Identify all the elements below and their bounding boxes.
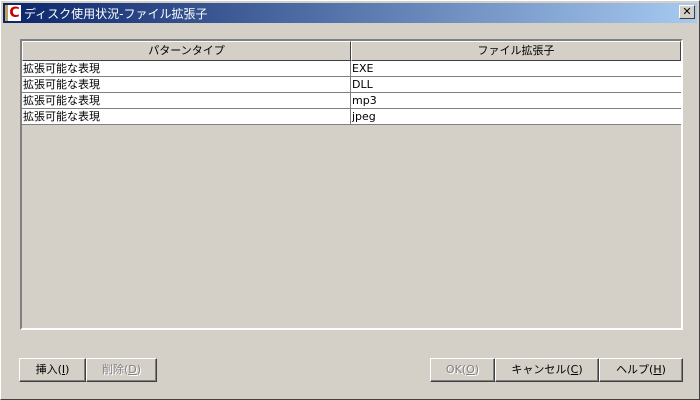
cancel-button[interactable]: キャンセル(C) [495,358,599,382]
ok-label: OK( [445,363,467,376]
help-label: ヘルプ( [616,363,654,376]
extension-cell: jpeg [352,110,376,123]
column-header-file-extension[interactable]: ファイル拡張子 [351,41,681,61]
close-button[interactable]: ✕ [679,5,695,19]
cancel-paren: ) [578,363,583,376]
pattern-type-cell: 拡張可能な表現 [22,61,351,76]
ok-paren: ) [474,363,480,376]
table-row[interactable]: 拡張可能な表現 jpeg [22,109,681,125]
delete-shortcut: D [128,363,137,376]
pattern-type-cell: 拡張可能な表現 [22,93,351,108]
help-shortcut: H [653,363,662,376]
delete-button[interactable]: 削除(D) [86,358,157,382]
table-row[interactable]: 拡張可能な表現 EXE [22,61,681,77]
dialog-window: C ディスク使用状況-ファイル拡張子 ✕ パターンタイプ ファイル拡張子 拡張可… [0,0,700,400]
extension-cell: DLL [352,78,373,91]
title-bar[interactable]: C ディスク使用状況-ファイル拡張子 ✕ [3,3,697,23]
delete-paren: ) [136,363,142,376]
insert-paren: ) [65,363,70,376]
app-icon: C [5,5,21,21]
pattern-type-cell: 拡張可能な表現 [22,109,351,124]
extension-cell: EXE [352,62,374,75]
delete-label: 削除( [101,363,129,376]
extension-cell: mp3 [352,94,377,107]
column-header-pattern-type[interactable]: パターンタイプ [22,41,351,61]
ok-shortcut: O [466,363,475,376]
table-row[interactable]: 拡張可能な表現 DLL [22,77,681,93]
cancel-label: キャンセル( [511,363,571,376]
table-row[interactable]: 拡張可能な表現 mp3 [22,93,681,109]
insert-label: 挿入( [35,363,62,376]
pattern-type-cell: 拡張可能な表現 [22,77,351,92]
extension-table: パターンタイプ ファイル拡張子 拡張可能な表現 EXE 拡張可能な表現 DLL … [20,39,683,330]
insert-button[interactable]: 挿入(I) [19,358,86,382]
help-paren: ) [661,363,666,376]
help-button[interactable]: ヘルプ(H) [599,358,683,382]
window-title: ディスク使用状況-ファイル拡張子 [24,6,208,21]
ok-button[interactable]: OK(O) [430,358,495,382]
